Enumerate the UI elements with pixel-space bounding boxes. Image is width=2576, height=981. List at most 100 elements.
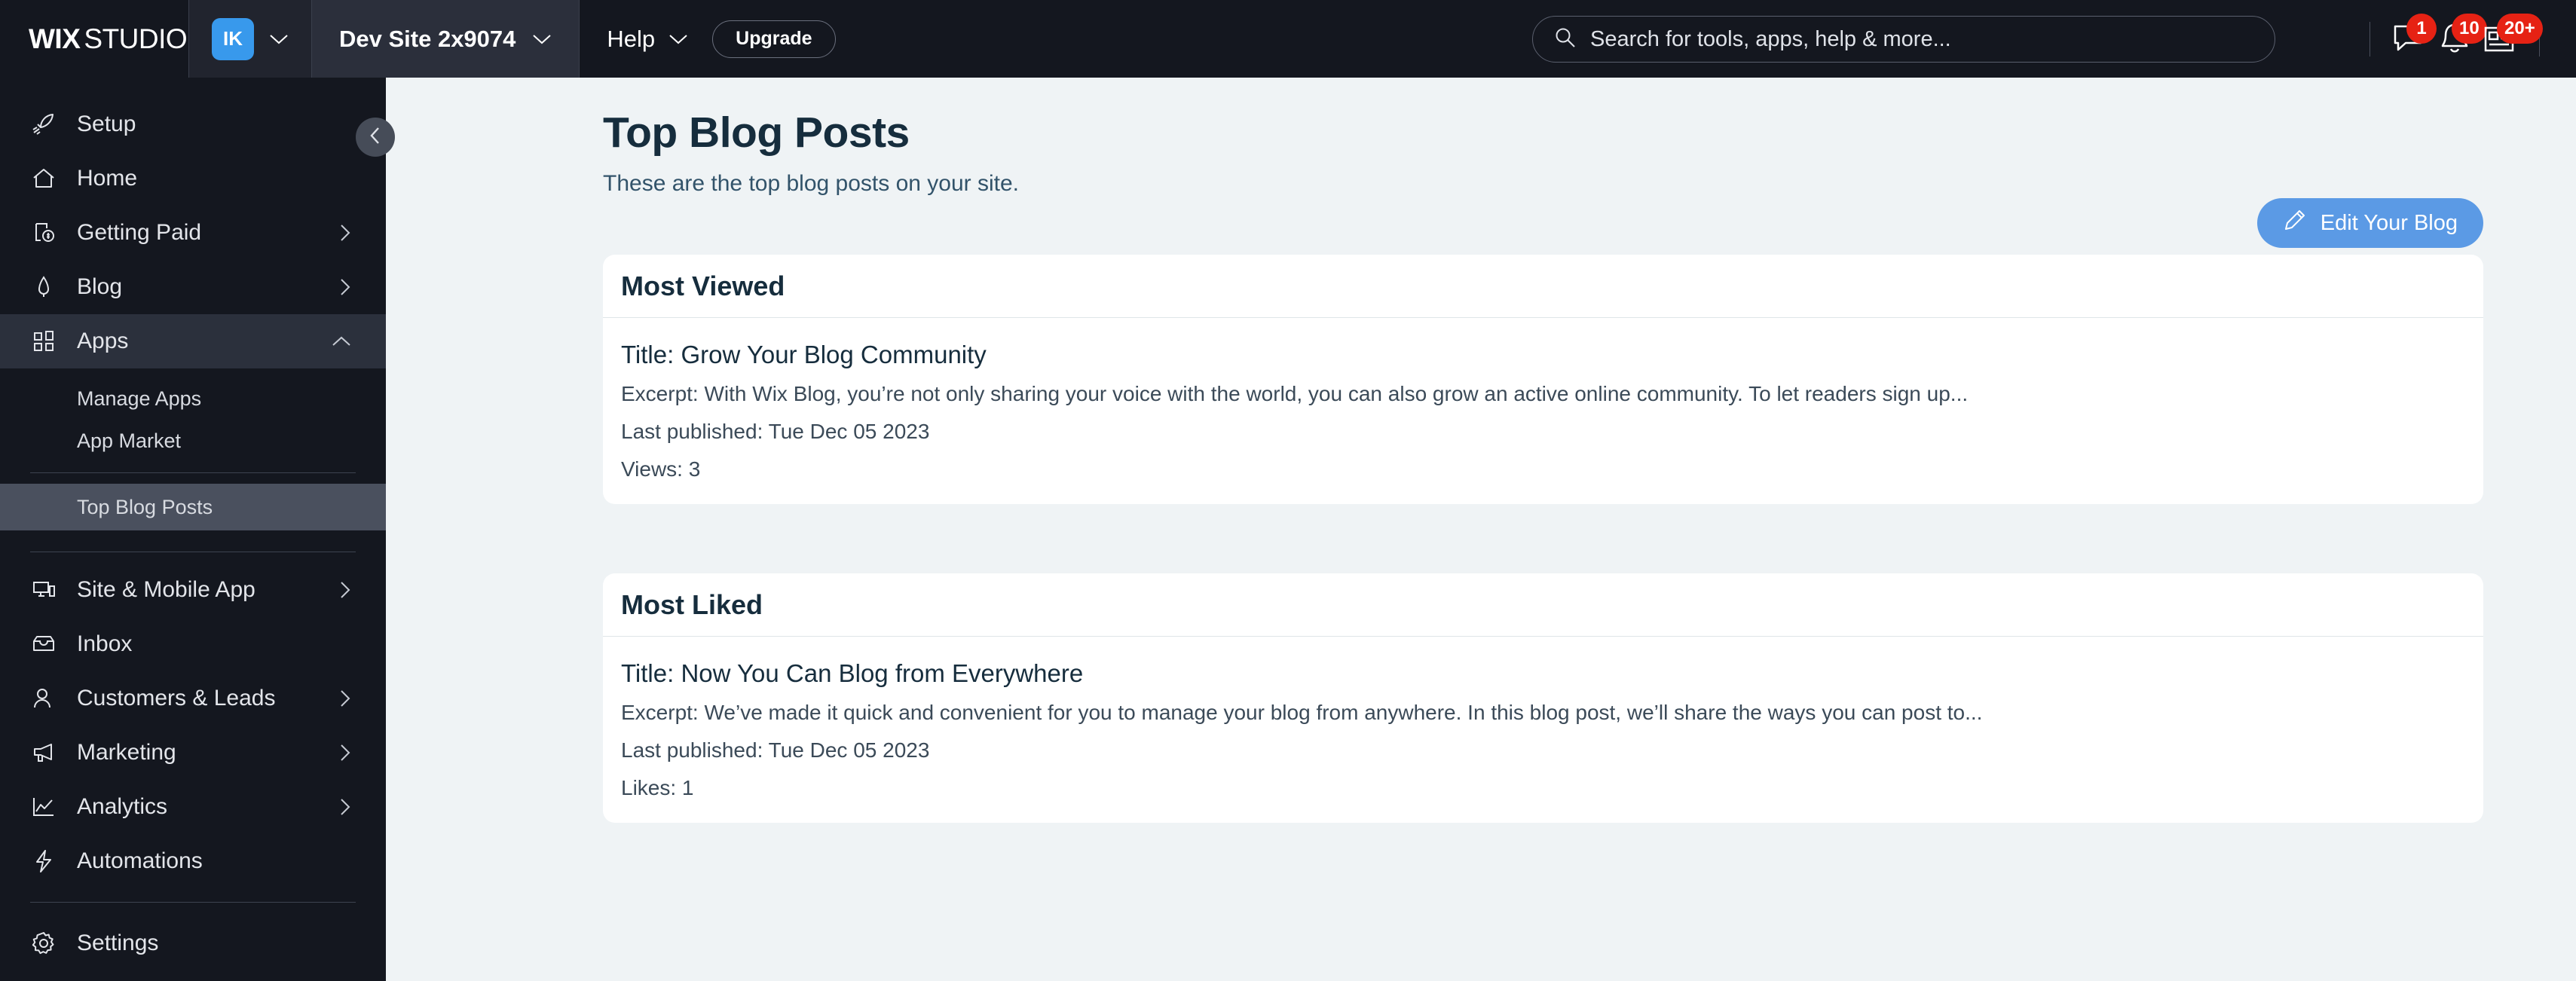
- devices-icon: [30, 576, 77, 604]
- gear-icon: [30, 930, 77, 957]
- post-last-published: Last published: Tue Dec 05 2023: [621, 738, 930, 762]
- upgrade-button[interactable]: Upgrade: [712, 20, 836, 58]
- sidebar-item-automations[interactable]: Automations: [0, 834, 386, 888]
- sidebar-item-getting-paid[interactable]: Getting Paid: [0, 206, 386, 260]
- logo-wix: WIX: [29, 23, 81, 54]
- chevron-right-icon: [332, 689, 351, 708]
- sidebar-item-inbox[interactable]: Inbox: [0, 617, 386, 671]
- sidebar-item-label: Analytics: [77, 794, 168, 819]
- sidebar-item-label: Automations: [77, 848, 203, 873]
- main-content: Top Blog Posts These are the top blog po…: [386, 78, 2576, 981]
- divider: [30, 902, 356, 903]
- chevron-right-icon: [332, 223, 351, 243]
- chat-icon[interactable]: 1: [2387, 13, 2437, 62]
- topbar-actions: 1 10 20+: [2353, 0, 2576, 78]
- sidebar-item-apps[interactable]: Apps: [0, 314, 386, 368]
- site-name: Dev Site 2x9074: [339, 25, 516, 52]
- chevron-right-icon: [332, 277, 351, 297]
- sidebar-subitem-app-market[interactable]: App Market: [0, 420, 386, 462]
- post-excerpt: Excerpt: We’ve made it quick and conveni…: [621, 701, 1983, 724]
- inbox-icon: [30, 631, 77, 658]
- post-last-published: Last published: Tue Dec 05 2023: [621, 419, 930, 443]
- edit-your-blog-button[interactable]: Edit Your Blog: [2256, 198, 2483, 248]
- site-selector[interactable]: Dev Site 2x9074: [312, 0, 580, 78]
- card-body: Title: Now You Can Blog from Everywhere …: [603, 637, 2483, 823]
- sidebar-item-site-mobile-app[interactable]: Site & Mobile App: [0, 563, 386, 617]
- page-title: Top Blog Posts: [603, 108, 910, 157]
- card-heading: Most Liked: [621, 588, 763, 620]
- sidebar-item-settings[interactable]: Settings: [0, 916, 386, 970]
- chevron-down-icon[interactable]: [532, 33, 552, 45]
- help-label: Help: [607, 25, 656, 52]
- avatar[interactable]: IK: [212, 17, 254, 60]
- bolt-icon: [30, 848, 77, 875]
- edit-button-label: Edit Your Blog: [2320, 210, 2458, 235]
- sidebar-item-label: Setup: [77, 112, 136, 136]
- chevron-down-icon[interactable]: [668, 33, 688, 45]
- card-header: Most Liked: [603, 573, 2483, 637]
- card-body: Title: Grow Your Blog Community Excerpt:…: [603, 318, 2483, 504]
- chevron-right-icon: [332, 580, 351, 600]
- rocket-icon: [30, 111, 77, 138]
- page-header: Top Blog Posts These are the top blog po…: [603, 108, 2487, 197]
- card-most-viewed: Most Viewed Title: Grow Your Blog Commun…: [603, 255, 2483, 505]
- chevron-up-icon: [332, 335, 351, 347]
- account-switcher[interactable]: IK: [189, 0, 311, 78]
- megaphone-icon: [30, 739, 77, 766]
- invoice-dollar-icon: [30, 219, 77, 246]
- pencil-icon: [2283, 208, 2307, 238]
- sidebar-item-label: Blog: [77, 274, 123, 299]
- chart-line-icon: [30, 793, 77, 821]
- card-header: Most Viewed: [603, 255, 2483, 318]
- sidebar-subitem-label: App Market: [77, 429, 182, 452]
- search-input[interactable]: Search for tools, apps, help & more...: [1532, 16, 2275, 63]
- post-likes: Likes: 1: [621, 775, 694, 799]
- sidebar-subitem-label: Top Blog Posts: [77, 495, 213, 518]
- logo-studio: STUDIO: [84, 23, 188, 54]
- pen-icon: [30, 274, 77, 301]
- top-bar: WIX STUDIO IK Dev Site 2x9074 Help Upgrad…: [0, 0, 2576, 78]
- search-icon: [1554, 26, 1577, 53]
- sidebar-subitem-manage-apps[interactable]: Manage Apps: [0, 377, 386, 420]
- post-excerpt: Excerpt: With Wix Blog, you’re not only …: [621, 382, 1969, 405]
- post-views: Views: 3: [621, 457, 701, 481]
- home-icon: [30, 165, 77, 192]
- sidebar-item-label: Getting Paid: [77, 220, 202, 245]
- people-icon: [30, 685, 77, 712]
- sidebar-item-customers-leads[interactable]: Customers & Leads: [0, 671, 386, 726]
- wix-studio-logo[interactable]: WIX STUDIO: [0, 0, 188, 78]
- search-placeholder: Search for tools, apps, help & more...: [1590, 26, 1951, 51]
- notifications-bell-icon[interactable]: 10: [2432, 13, 2487, 62]
- sidebar-item-marketing[interactable]: Marketing: [0, 726, 386, 780]
- sidebar-item-label: Marketing: [77, 740, 176, 765]
- news-badge: 20+: [2497, 13, 2543, 44]
- sidebar-item-label: Customers & Leads: [77, 686, 276, 711]
- apps-grid-icon: [30, 328, 77, 355]
- sidebar-item-blog[interactable]: Blog: [0, 260, 386, 314]
- divider: [30, 472, 356, 473]
- news-updates-icon[interactable]: 20+: [2477, 13, 2543, 62]
- sidebar-item-label: Site & Mobile App: [77, 577, 255, 602]
- page-subtitle: These are the top blog posts on your sit…: [603, 171, 1019, 196]
- chevron-left-icon: [368, 125, 383, 150]
- sidebar-item-analytics[interactable]: Analytics: [0, 780, 386, 834]
- post-title: Title: Grow Your Blog Community: [621, 341, 987, 368]
- sidebar-subitem-label: Manage Apps: [77, 387, 202, 410]
- sidebar-item-label: Inbox: [77, 631, 133, 656]
- sidebar-item-label: Settings: [77, 931, 159, 955]
- sidebar-item-home[interactable]: Home: [0, 151, 386, 206]
- sidebar: Setup Home Getting Paid Blog Apps Manage…: [0, 78, 386, 981]
- chevron-right-icon: [332, 797, 351, 817]
- card-most-liked: Most Liked Title: Now You Can Blog from …: [603, 573, 2483, 824]
- divider: [2369, 21, 2370, 57]
- sidebar-subitem-top-blog-posts[interactable]: Top Blog Posts: [0, 484, 386, 530]
- sidebar-item-label: Home: [77, 166, 138, 191]
- collapse-sidebar-button[interactable]: [356, 118, 395, 157]
- chevron-down-icon[interactable]: [269, 33, 289, 45]
- chevron-right-icon: [332, 743, 351, 762]
- card-heading: Most Viewed: [621, 270, 785, 301]
- help-menu[interactable]: Help Upgrade: [580, 0, 862, 78]
- post-title: Title: Now You Can Blog from Everywhere: [621, 659, 1084, 687]
- sidebar-item-label: Apps: [77, 329, 129, 353]
- sidebar-item-setup[interactable]: Setup: [0, 97, 386, 151]
